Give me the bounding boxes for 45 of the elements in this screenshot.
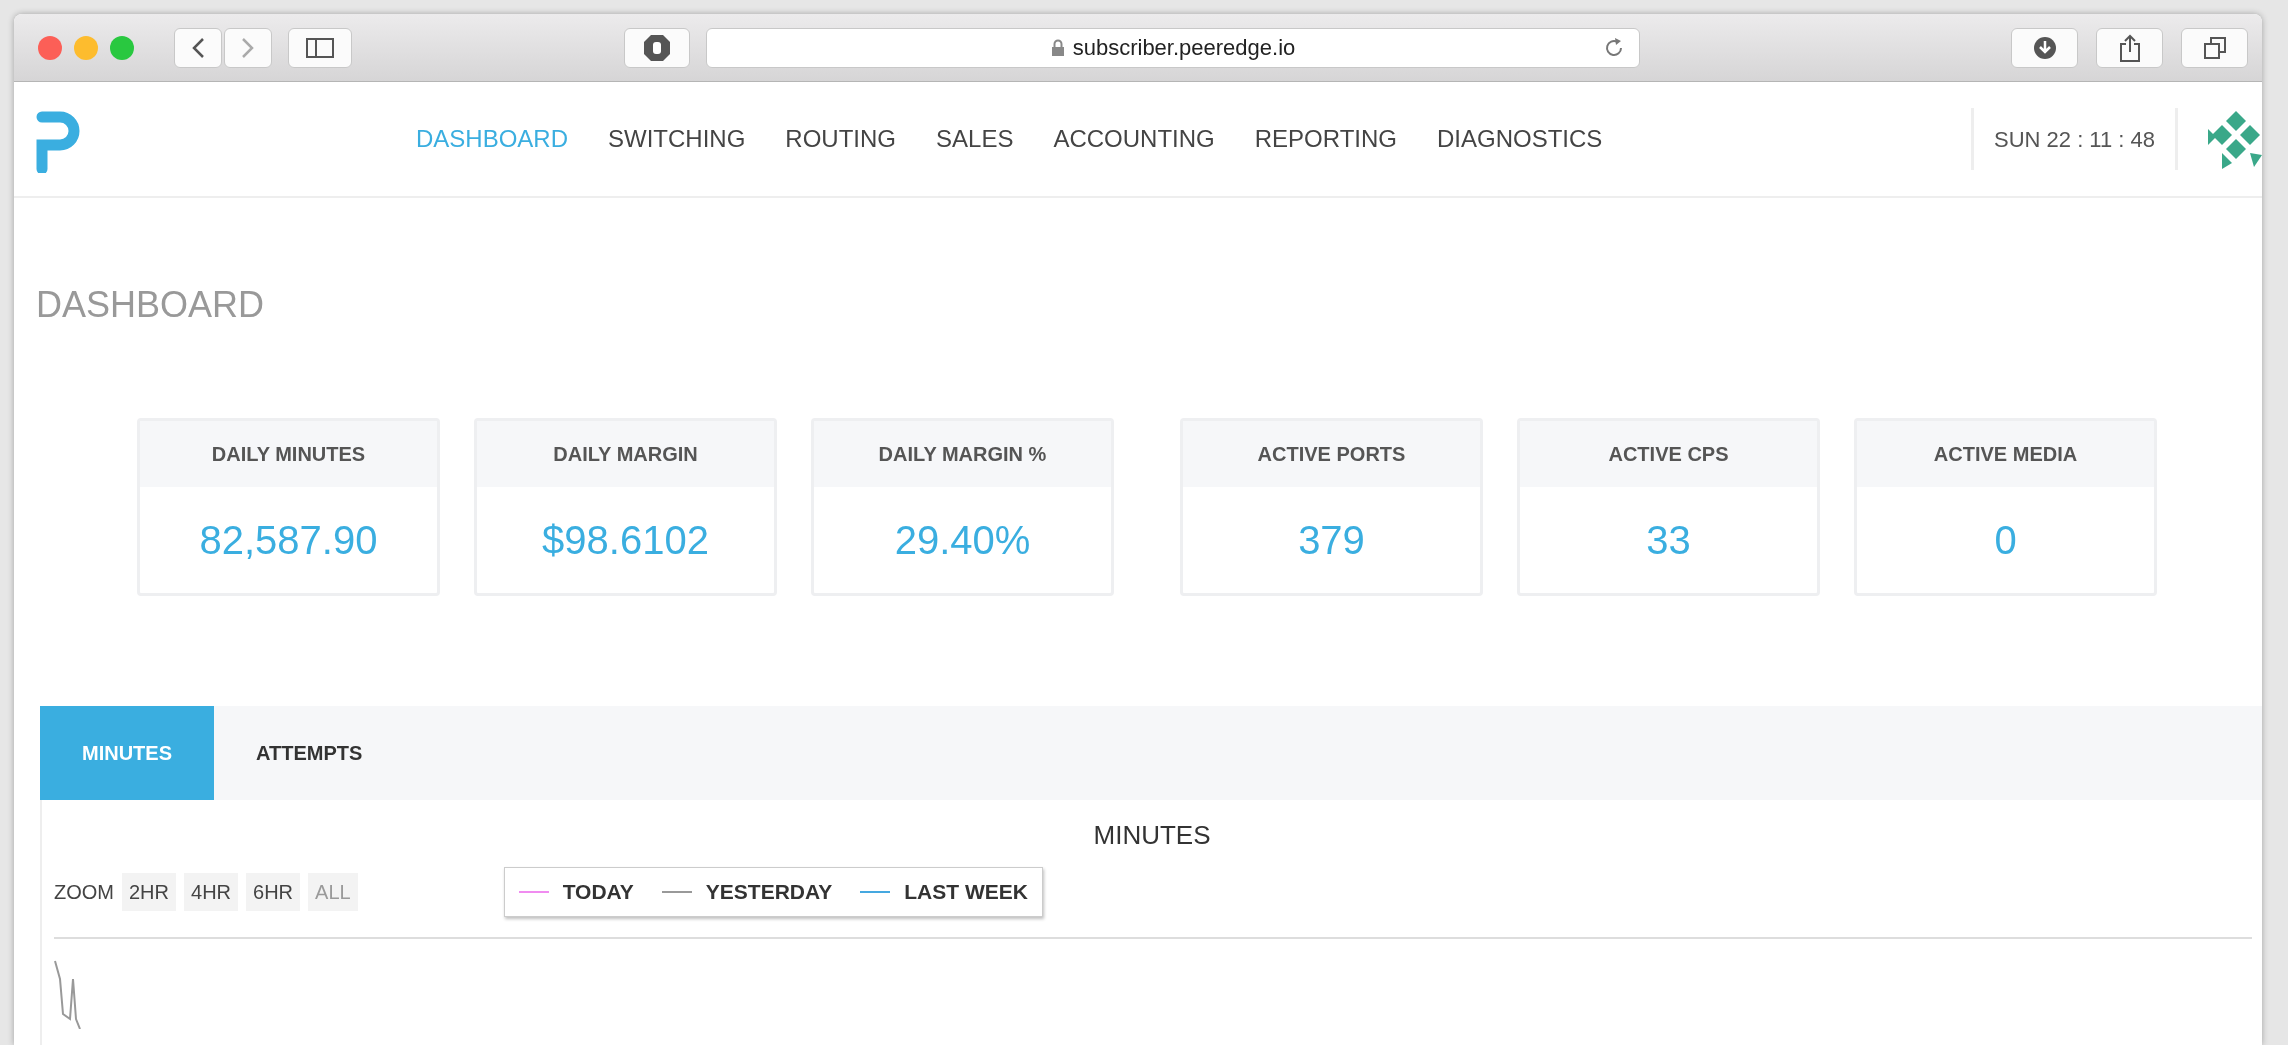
chart-title: MINUTES (1093, 820, 1211, 850)
lock-icon (1050, 38, 1065, 57)
zoom-button[interactable]: 6HR (246, 872, 301, 911)
legend-label[interactable]: TODAY (562, 876, 634, 908)
legend-label[interactable]: LAST WEEK (904, 876, 1028, 908)
address-bar[interactable]: subscriber.peeredge.io (706, 27, 1640, 68)
back-button[interactable] (174, 27, 222, 68)
nav-link[interactable]: DIAGNOSTICS (1417, 121, 1623, 157)
clock-text: SUN 22 : 11 : 48 (1971, 108, 2178, 170)
nav-link[interactable]: REPORTING (1234, 121, 1417, 157)
nav-link[interactable]: ACCOUNTING (1033, 121, 1235, 157)
share-icon (2118, 33, 2141, 62)
legend-label[interactable]: YESTERDAY (705, 876, 833, 908)
zoom-button[interactable]: 4HR (184, 872, 239, 911)
stat-label: ACTIVE MEDIA (1933, 442, 2078, 467)
tabs-icon (2203, 36, 2226, 59)
stat-value: 379 (1298, 517, 1365, 564)
stat-value: $98.6102 (542, 517, 709, 564)
download-icon (2032, 35, 2057, 60)
share-button[interactable] (2096, 27, 2163, 68)
reload-icon[interactable] (1603, 36, 1625, 59)
forward-icon (241, 36, 255, 59)
stat-label: DAILY MARGIN % (878, 442, 1047, 467)
stat-label: DAILY MARGIN (553, 442, 698, 467)
stat-label: DAILY MINUTES (211, 442, 366, 467)
sidebar-button[interactable] (288, 27, 352, 68)
back-icon (191, 36, 205, 59)
stat-value: 33 (1646, 517, 1691, 564)
stat-value: 0 (1994, 517, 2017, 564)
stat-label: ACTIVE CPS (1608, 442, 1729, 467)
nav-link[interactable]: SWITCHING (588, 121, 766, 157)
zoom-button[interactable]: 2HR (122, 872, 176, 911)
stat-value: 82,587.90 (199, 517, 378, 564)
stat-value: 29.40% (894, 517, 1031, 564)
url-text: subscriber.peeredge.io (1072, 34, 1296, 62)
stat-label: ACTIVE PORTS (1257, 442, 1406, 467)
sidebar-icon (306, 37, 334, 58)
nav-link[interactable]: SALES (916, 121, 1034, 157)
chart-tab[interactable]: ATTEMPTS (214, 706, 405, 800)
zoom-label: ZOOM (54, 879, 114, 905)
nav-link[interactable]: ROUTING (765, 121, 917, 157)
download-button[interactable] (2011, 27, 2078, 68)
page-title: DASHBOARD (36, 283, 266, 327)
tabs-button[interactable] (2181, 27, 2248, 68)
adblock-button[interactable] (624, 27, 690, 68)
